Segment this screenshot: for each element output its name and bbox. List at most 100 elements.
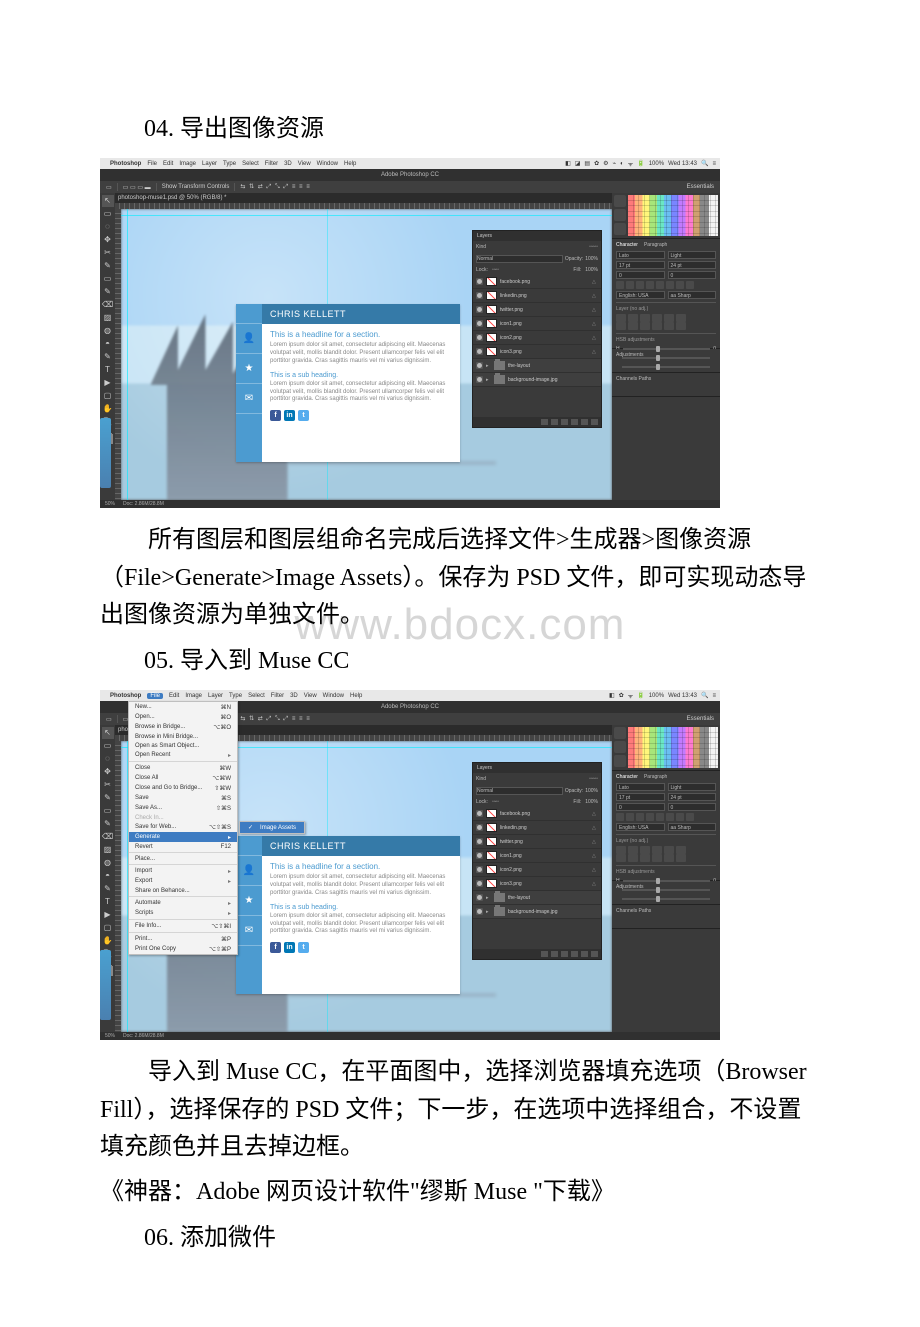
pen-tool-icon[interactable]: ✎ xyxy=(102,883,114,895)
visibility-icon[interactable] xyxy=(476,894,483,901)
heal-tool-icon[interactable]: ▭ xyxy=(102,805,114,817)
layer-item[interactable]: twitter.png△ xyxy=(473,835,601,849)
blend-mode-select[interactable]: Normal xyxy=(476,255,563,263)
mac-clock[interactable]: Wed 13:43 xyxy=(668,693,697,699)
layer-item[interactable]: facebook.png△ xyxy=(473,807,601,821)
dodge-tool-icon[interactable]: ◓ xyxy=(102,338,114,350)
rail-user-icon[interactable]: 👤 xyxy=(236,856,262,886)
visibility-icon[interactable] xyxy=(476,810,483,817)
show-transform-label[interactable]: Show Transform Controls xyxy=(162,184,230,190)
hand-tool-icon[interactable]: ✋ xyxy=(102,403,114,415)
mac-menu-layer[interactable]: Layer xyxy=(208,693,223,699)
tracking-field[interactable]: 0 xyxy=(668,271,717,279)
mac-menu-file[interactable]: File xyxy=(147,693,163,699)
leading-field[interactable]: 24 pt xyxy=(668,793,717,801)
status-icon[interactable]: ⌁ xyxy=(613,160,617,167)
mac-app-name[interactable]: Photoshop xyxy=(110,161,141,167)
visibility-icon[interactable] xyxy=(476,908,483,915)
swatches-grid[interactable] xyxy=(628,195,718,236)
layer-item[interactable]: icon3.png△ xyxy=(473,877,601,891)
gradient-tool-icon[interactable]: ◍ xyxy=(102,325,114,337)
wifi-icon[interactable]: ᯤ xyxy=(628,692,633,700)
ps-right-panels[interactable]: Character Paragraph LatoLight 17 pt24 pt… xyxy=(612,193,720,500)
mac-menu-filter[interactable]: Filter xyxy=(265,161,278,167)
fx-icon[interactable] xyxy=(551,951,558,957)
channels-paths[interactable]: Channels Paths xyxy=(612,373,720,397)
menu-item-open-recent[interactable]: Open Recent▸ xyxy=(129,750,237,760)
eyedropper-tool-icon[interactable]: ✎ xyxy=(102,792,114,804)
facebook-icon[interactable]: f xyxy=(270,942,281,953)
font-weight-select[interactable]: Light xyxy=(668,251,717,259)
wifi-icon[interactable]: ᯤ xyxy=(628,160,633,168)
layers-footer[interactable] xyxy=(473,417,601,427)
panel-tab-icon[interactable] xyxy=(614,209,626,221)
tab-character[interactable]: Character xyxy=(616,774,638,780)
status-icon[interactable]: ⚙ xyxy=(603,160,608,167)
status-icon[interactable]: ✿ xyxy=(594,160,599,167)
menu-item-print[interactable]: Print...⌘P xyxy=(129,934,237,944)
mac-menu-layer[interactable]: Layer xyxy=(202,161,217,167)
layer-group[interactable]: ▸background-image.jpg xyxy=(473,373,601,387)
menu-item-browse-bridge[interactable]: Browse in Bridge...⌥⌘O xyxy=(129,722,237,732)
status-icon[interactable]: ◐ xyxy=(620,161,624,167)
type-tool-icon[interactable]: T xyxy=(102,896,114,908)
rail-mail-icon[interactable]: ✉ xyxy=(236,384,262,414)
new-group-icon[interactable] xyxy=(571,419,578,425)
tab-character[interactable]: Character xyxy=(616,242,638,248)
heal-tool-icon[interactable]: ▭ xyxy=(102,273,114,285)
marquee-tool-icon[interactable]: ▭ xyxy=(102,740,114,752)
lang-select[interactable]: English: USA xyxy=(616,291,665,299)
font-family-select[interactable]: Lato xyxy=(616,251,665,259)
mac-menu-select[interactable]: Select xyxy=(242,161,259,167)
mac-menu-image[interactable]: Image xyxy=(185,693,202,699)
mask-icon[interactable] xyxy=(561,419,568,425)
tab-paragraph[interactable]: Paragraph xyxy=(644,242,667,248)
linkedin-icon[interactable]: in xyxy=(284,942,295,953)
mac-menu-help[interactable]: Help xyxy=(344,161,356,167)
type-tool-icon[interactable]: T xyxy=(102,364,114,376)
font-family-select[interactable]: Lato xyxy=(616,783,665,791)
tab-paragraph[interactable]: Paragraph xyxy=(644,774,667,780)
layer-group[interactable]: ▸the-layout xyxy=(473,359,601,373)
font-size-field[interactable]: 17 pt xyxy=(616,793,665,801)
mac-menu-3d[interactable]: 3D xyxy=(290,693,298,699)
visibility-icon[interactable] xyxy=(476,278,483,285)
visibility-icon[interactable] xyxy=(476,348,483,355)
layers-footer[interactable] xyxy=(473,949,601,959)
visibility-icon[interactable] xyxy=(476,838,483,845)
marquee-tool-icon[interactable]: ▭ xyxy=(102,208,114,220)
adjustment-icons[interactable] xyxy=(616,854,716,862)
align-icons[interactable]: ⇆ ⇅ ⇄ ⤢ ⤡ ⤢ ≡ ≡ ≡ xyxy=(240,715,310,723)
layer-item[interactable]: icon3.png△ xyxy=(473,345,601,359)
mac-menu-file[interactable]: File xyxy=(147,161,157,167)
pen-tool-icon[interactable]: ✎ xyxy=(102,351,114,363)
status-icon[interactable]: ◧ xyxy=(609,692,615,699)
menu-item-open[interactable]: Open...⌘O xyxy=(129,712,237,722)
character-panel[interactable]: Character Paragraph LatoLight 17 pt24 pt… xyxy=(612,771,720,881)
facebook-icon[interactable]: f xyxy=(270,410,281,421)
brush-tool-icon[interactable]: ✎ xyxy=(102,286,114,298)
menu-item-close[interactable]: Close⌘W xyxy=(129,763,237,773)
layers-panel[interactable]: Layers Kind ▫▫▫▫▫ Normal Opacity: 100% L… xyxy=(472,230,602,428)
visibility-icon[interactable] xyxy=(476,824,483,831)
layer-item[interactable]: icon2.png△ xyxy=(473,863,601,877)
mac-menu-window[interactable]: Window xyxy=(323,693,344,699)
adjustments-mini[interactable]: Adjustments xyxy=(612,349,720,373)
menu-extra-icon[interactable]: ≡ xyxy=(712,161,716,167)
rail-mail-icon[interactable]: ✉ xyxy=(236,916,262,946)
status-icon[interactable]: ◪ xyxy=(575,160,581,167)
menu-item-file-info[interactable]: File Info...⌥⇧⌘I xyxy=(129,921,237,931)
zoom-level[interactable]: 50% xyxy=(105,501,115,507)
tool-preset-icon[interactable]: ▭ xyxy=(106,184,112,191)
trash-icon[interactable] xyxy=(591,951,598,957)
tab-channels[interactable]: Channels Paths xyxy=(616,376,651,382)
mac-menu-type[interactable]: Type xyxy=(229,693,242,699)
menu-item-save[interactable]: Save⌘S xyxy=(129,793,237,803)
kerning-field[interactable]: 0 xyxy=(616,271,665,279)
layer-group[interactable]: ▸the-layout xyxy=(473,891,601,905)
font-size-field[interactable]: 17 pt xyxy=(616,261,665,269)
link-layers-icon[interactable] xyxy=(541,951,548,957)
file-menu-dropdown[interactable]: New...⌘N Open...⌘O Browse in Bridge...⌥⌘… xyxy=(128,701,238,955)
battery-icon[interactable]: 🔋 xyxy=(637,692,644,699)
panel-tab-icon[interactable] xyxy=(614,223,626,235)
